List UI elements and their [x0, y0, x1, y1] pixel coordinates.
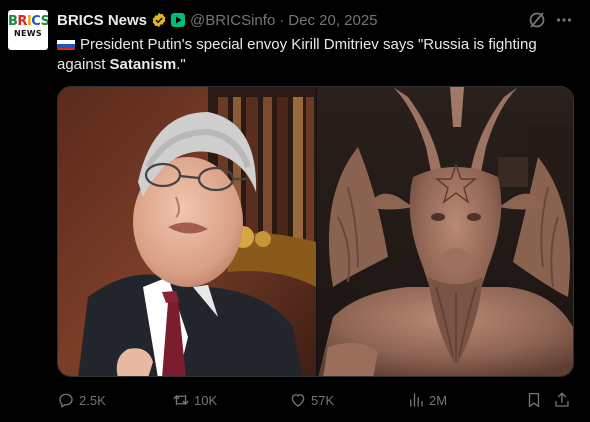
- bookmark-icon: [528, 392, 540, 408]
- verified-badge-icon[interactable]: [151, 12, 167, 28]
- post-text: President Putin's special envoy Kirill D…: [57, 36, 537, 73]
- like-button[interactable]: 57K: [289, 390, 334, 410]
- share-button[interactable]: [553, 390, 575, 410]
- more-options-icon[interactable]: [554, 10, 574, 30]
- views-button[interactable]: 2M: [407, 390, 447, 410]
- grok-icon[interactable]: [527, 10, 547, 30]
- post-date[interactable]: Dec 20, 2025: [288, 12, 377, 29]
- like-count: 57K: [311, 392, 335, 408]
- account-name[interactable]: BRICS News: [57, 12, 147, 29]
- reply-icon: [59, 393, 73, 408]
- views-count: 2M: [429, 392, 448, 408]
- russia-flag-icon: [57, 38, 75, 50]
- account-handle[interactable]: @BRICSinfo: [190, 12, 275, 29]
- heart-icon: [291, 394, 305, 407]
- affiliate-badge-icon[interactable]: [170, 12, 186, 28]
- man-in-suit-photo: [58, 87, 316, 376]
- repost-button[interactable]: 10K: [172, 390, 217, 410]
- reply-count: 2.5K: [79, 392, 106, 408]
- post-media[interactable]: [57, 86, 574, 377]
- repost-icon: [173, 394, 189, 406]
- repost-count: 10K: [194, 392, 218, 408]
- avatar[interactable]: BRICS NEWS: [8, 10, 48, 50]
- views-icon: [410, 393, 423, 407]
- bookmark-button[interactable]: [525, 390, 547, 410]
- reply-button[interactable]: 2.5K: [57, 390, 106, 410]
- avatar-logo-text: BRICS: [8, 14, 48, 29]
- post-actions: 2.5K 10K 57K 2M: [57, 390, 577, 410]
- goat-headed-statue-photo: [317, 87, 573, 376]
- separator-dot: ·: [279, 11, 285, 29]
- post-header: BRICS News @BRICSinfo · Dec 20, 2025: [57, 10, 378, 30]
- share-icon: [555, 392, 569, 407]
- avatar-logo-subtext: NEWS: [14, 29, 42, 38]
